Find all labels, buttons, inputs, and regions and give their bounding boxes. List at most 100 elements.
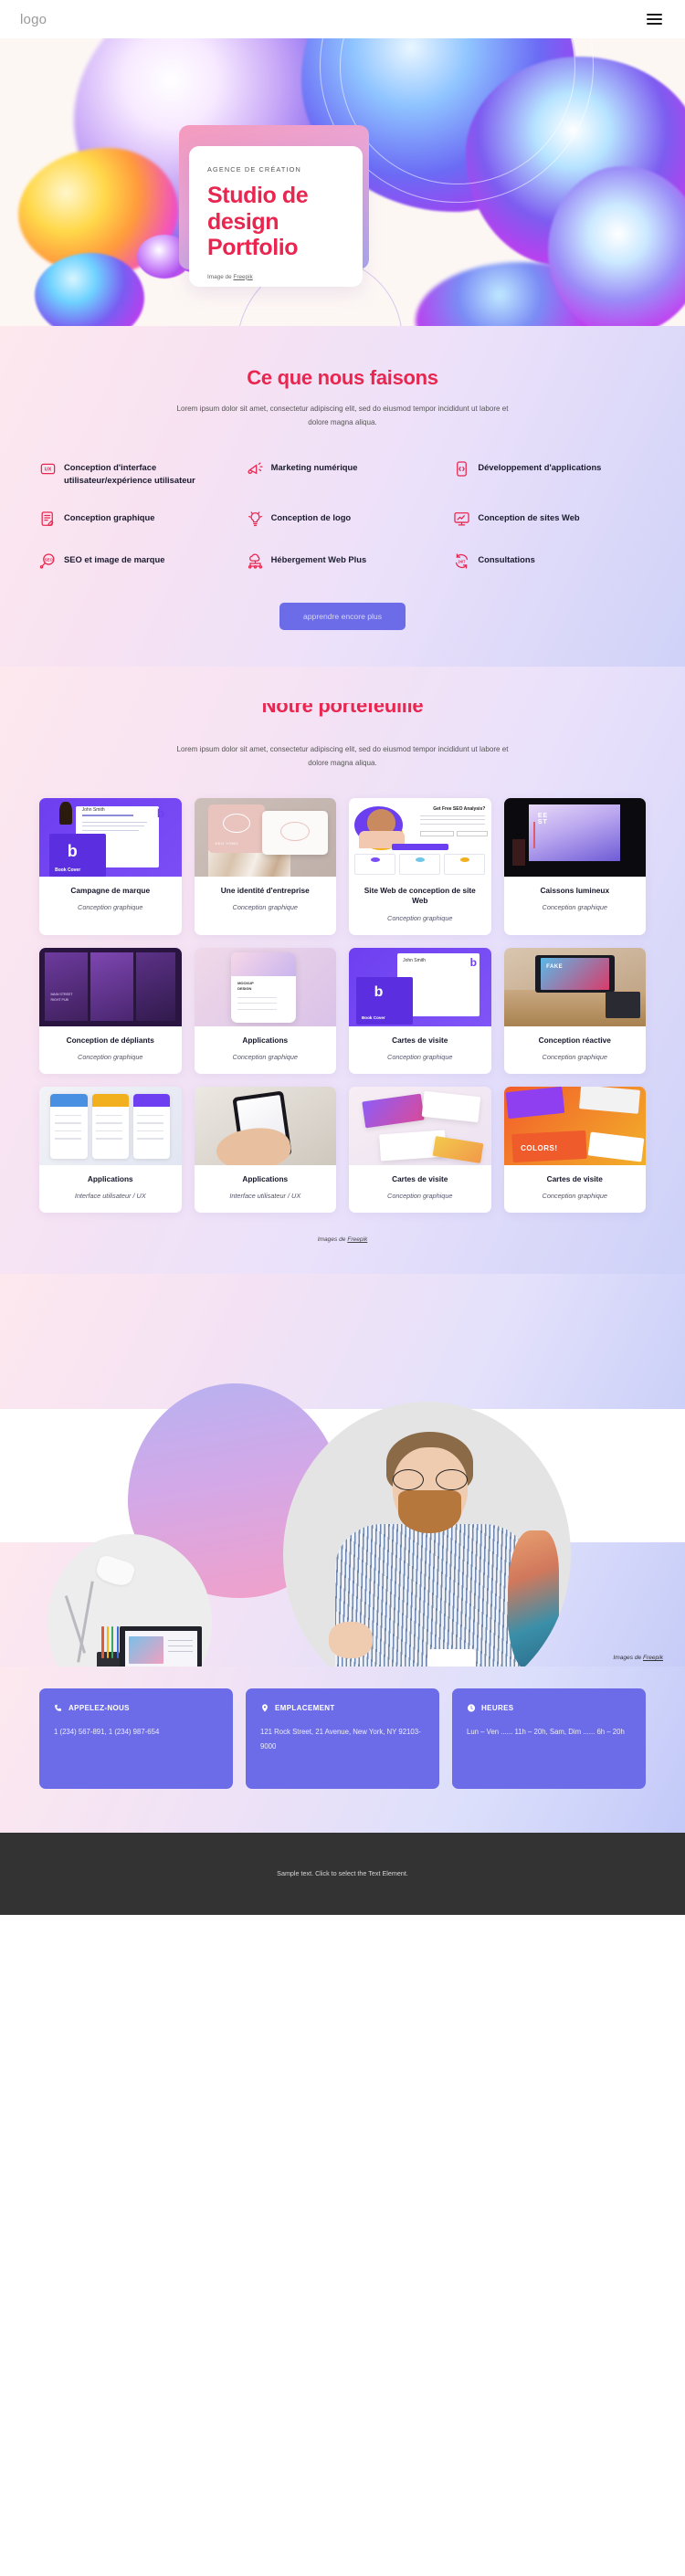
- service-label: Conception graphique: [64, 512, 155, 523]
- hero-credit-link[interactable]: Freepik: [233, 274, 252, 280]
- service-item-consultations[interactable]: 24/7 Consultations: [453, 553, 646, 570]
- service-label: Développement d'applications: [478, 461, 602, 472]
- contact-card-hours[interactable]: HEURES Lun – Ven ...... 11h – 20h, Sam, …: [452, 1688, 646, 1789]
- service-item-graphic-design[interactable]: Conception graphique: [39, 511, 232, 528]
- photo-showcase-section: Images de Freepik: [0, 1273, 685, 1667]
- service-label: SEO et image de marque: [64, 554, 165, 565]
- portfolio-item-category: Conception graphique: [542, 1191, 607, 1200]
- portfolio-grid: John Smith b b Book Cover Campagne de marq…: [39, 798, 646, 1213]
- portfolio-card[interactable]: COLORS! Cartes de visite Conception grap…: [503, 1086, 646, 1213]
- portfolio-title: Notre portefeuille: [261, 703, 424, 718]
- monitor-chart-icon: [453, 510, 470, 528]
- portfolio-card[interactable]: FAKE Conception réactive Conception grap…: [503, 947, 647, 1074]
- portfolio-meta: Caissons lumineux Conception graphique: [504, 877, 647, 934]
- contact-card-phone[interactable]: APPELEZ-NOUS 1 (234) 567-891, 1 (234) 98…: [39, 1688, 233, 1789]
- learn-more-button[interactable]: apprendre encore plus: [279, 603, 406, 631]
- portfolio-thumbnail: [349, 1086, 491, 1165]
- seo-magnifier-icon: SEO: [39, 552, 57, 570]
- contact-section: APPELEZ-NOUS 1 (234) 567-891, 1 (234) 98…: [0, 1666, 685, 1833]
- service-item-logo-design[interactable]: Conception de logo: [247, 511, 439, 528]
- portfolio-image-credit: Images de Freepik: [0, 1236, 685, 1243]
- service-label: Marketing numérique: [270, 461, 358, 472]
- service-label: Hébergement Web Plus: [270, 554, 367, 565]
- site-header: logo: [0, 0, 685, 38]
- portfolio-meta: Conception de dépliants Conception graph…: [39, 1026, 182, 1074]
- portfolio-item-category: Conception graphique: [387, 1052, 453, 1061]
- portfolio-thumbnail: DEO YONO: [194, 798, 336, 878]
- portfolio-meta: Applications Conception graphique: [195, 1026, 337, 1074]
- footer-sample-text[interactable]: Sample text. Click to select the Text El…: [277, 1869, 408, 1877]
- portfolio-item-name: Conception de dépliants: [66, 1035, 154, 1045]
- portfolio-meta: Cartes de visite Conception graphique: [349, 1026, 491, 1074]
- portfolio-thumbnail: FAKE: [503, 947, 646, 1026]
- portfolio-item-category: Conception graphique: [387, 1191, 453, 1200]
- burger-line: [647, 23, 662, 26]
- service-item-seo[interactable]: SEO SEO et image de marque: [39, 553, 232, 570]
- portfolio-card[interactable]: Applications Interface utilisateur / UX: [39, 1086, 182, 1213]
- service-label: Consultations: [478, 554, 535, 565]
- portfolio-card[interactable]: Get Free SEO Analysis? Site Web de conce…: [349, 798, 491, 935]
- cloud-network-icon: [247, 552, 264, 570]
- service-item-web-hosting[interactable]: Hébergement Web Plus: [247, 553, 439, 570]
- services-section: Ce que nous faisons Lorem ipsum dolor si…: [0, 326, 685, 668]
- svg-text:SEO: SEO: [45, 558, 54, 563]
- hero-card: AGENCE DE CRÉATION Studio de design Port…: [189, 146, 363, 287]
- portfolio-item-category: Conception graphique: [542, 1052, 607, 1061]
- portfolio-card[interactable]: DEO YONO Une identité d'entreprise Conce…: [194, 798, 336, 935]
- photos-credit-link[interactable]: Freepik: [643, 1655, 663, 1661]
- service-item-ux[interactable]: UX Conception d'interface utilisateur/ex…: [39, 461, 232, 486]
- services-subtitle: Lorem ipsum dolor sit amet, consectetur …: [176, 405, 509, 426]
- document-pen-icon: [39, 510, 57, 528]
- hero-title-line-3: Portfolio: [207, 235, 299, 260]
- portfolio-card[interactable]: John Smith b b Book Cover Campagne de marq…: [39, 798, 182, 935]
- contact-card-title: APPELEZ-NOUS: [68, 1703, 130, 1712]
- portfolio-thumbnail: John Smith b b Book Cover: [39, 798, 182, 878]
- portfolio-card[interactable]: MAIN STREET RIGHT PUB Conception de dépli…: [39, 947, 182, 1074]
- contact-card-header: APPELEZ-NOUS: [54, 1703, 218, 1713]
- portfolio-meta: Cartes de visite Conception graphique: [349, 1165, 491, 1213]
- portfolio-meta: Conception réactive Conception graphique: [504, 1026, 647, 1074]
- contact-card-body: Lun – Ven ...... 11h – 20h, Sam, Dim ...…: [467, 1727, 625, 1736]
- portfolio-item-category: Interface utilisateur / UX: [74, 1191, 146, 1200]
- service-item-web-design[interactable]: Conception de sites Web: [453, 511, 646, 528]
- portfolio-item-name: Site Web de conception de site Web: [364, 886, 476, 906]
- contact-card-header: HEURES: [467, 1703, 631, 1713]
- portfolio-item-category: Conception graphique: [387, 913, 453, 922]
- service-item-marketing[interactable]: Marketing numérique: [247, 461, 439, 486]
- portfolio-item-name: Applications: [242, 1173, 289, 1183]
- portfolio-card[interactable]: MOCKUP DESIGN Applications Conception gra…: [194, 947, 337, 1074]
- contact-card-header: EMPLACEMENT: [260, 1703, 425, 1713]
- mobile-code-icon: [453, 460, 470, 478]
- portfolio-meta: Applications Interface utilisateur / UX: [39, 1165, 182, 1213]
- portfolio-item-category: Conception graphique: [232, 1052, 298, 1061]
- portfolio-item-name: Caissons lumineux: [540, 886, 610, 896]
- photos-credit-prefix: Images de: [613, 1654, 643, 1661]
- service-item-app-development[interactable]: Développement d'applications: [453, 461, 646, 486]
- map-pin-icon: [260, 1703, 269, 1713]
- portfolio-thumbnail: [194, 1086, 336, 1165]
- portfolio-credit-prefix: Images de: [317, 1235, 348, 1243]
- portfolio-item-name: Cartes de visite: [392, 1035, 448, 1045]
- portfolio-card[interactable]: EE ST Caissons lumineux Conception graphi…: [503, 798, 647, 935]
- hamburger-menu-icon[interactable]: [644, 11, 665, 28]
- portfolio-thumbnail: EE ST: [503, 798, 646, 878]
- portfolio-card[interactable]: Cartes de visite Conception graphique: [349, 1086, 491, 1213]
- gradient-band-top: [0, 1273, 685, 1409]
- portfolio-item-name: Conception réactive: [538, 1035, 611, 1045]
- portfolio-meta: Applications Interface utilisateur / UX: [195, 1165, 337, 1213]
- photos-image-credit: Images de Freepik: [613, 1655, 663, 1661]
- portfolio-credit-link[interactable]: Freepik: [347, 1236, 367, 1243]
- logo[interactable]: logo: [20, 12, 47, 27]
- portfolio-title-clip: Notre portefeuille: [0, 703, 685, 731]
- portfolio-card[interactable]: Applications Interface utilisateur / UX: [194, 1086, 337, 1213]
- portfolio-card[interactable]: John Smith b b Book Cover Cartes de visite…: [349, 947, 491, 1074]
- clock-icon: [467, 1703, 476, 1713]
- hero-section: AGENCE DE CRÉATION Studio de design Port…: [0, 38, 685, 326]
- lightbulb-icon: [247, 510, 264, 528]
- contact-card-location[interactable]: EMPLACEMENT 121 Rock Street, 21 Avenue, …: [246, 1688, 439, 1789]
- hero-title-line-2: design: [207, 208, 279, 235]
- portfolio-item-name: Une identité d'entreprise: [220, 886, 310, 896]
- hero-credit-prefix: Image de: [207, 273, 234, 280]
- burger-line: [647, 13, 662, 16]
- portfolio-item-name: Applications: [87, 1173, 133, 1183]
